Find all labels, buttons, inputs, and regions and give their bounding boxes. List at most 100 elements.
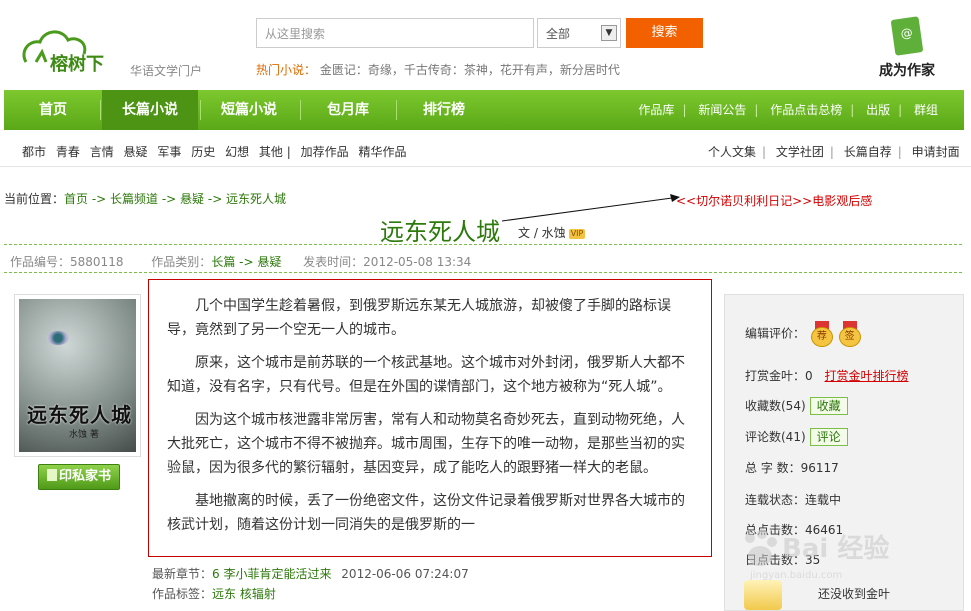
subnav-item[interactable]: 历史	[191, 145, 215, 159]
search-scope-select[interactable]: 全部 ▼	[537, 18, 621, 48]
favorites-count: 收藏数(54)	[745, 399, 806, 413]
become-author-label: 成为作家	[879, 63, 935, 79]
print-book-label: 印私家书	[58, 469, 111, 484]
favorite-button[interactable]: 收藏	[809, 397, 848, 415]
book-icon	[46, 469, 57, 481]
tip-label: 打赏金叶：	[745, 369, 806, 383]
work-date-label: 发表时间：	[303, 255, 364, 269]
nav-item-monthly[interactable]: 包月库	[304, 90, 392, 130]
cover-eye-art	[47, 331, 69, 345]
book-cover[interactable]: 远东死人城 水蚀 著	[14, 294, 141, 457]
subnav-link-personal[interactable]: 个人文集	[708, 145, 756, 159]
status-label: 连载状态：	[745, 493, 806, 507]
subnav-item[interactable]: 言情	[90, 145, 114, 159]
subnav-item[interactable]: 都市	[22, 145, 46, 159]
cover-author: 水蚀 著	[69, 430, 99, 440]
tip-rank-link[interactable]: 打赏金叶排行榜	[824, 369, 908, 383]
subnav-item[interactable]: 加荐作品	[301, 145, 349, 159]
nav-link-library[interactable]: 作品库	[638, 103, 674, 117]
baidu-jingyan-watermark: Bai 经验 jingyan.baidu.com	[740, 528, 920, 590]
latest-chapter-label: 最新章节：	[152, 567, 213, 581]
work-category[interactable]: 长篇 -> 悬疑	[211, 255, 281, 269]
subnav-link-clubs[interactable]: 文学社团	[776, 145, 824, 159]
nav-divider	[300, 100, 301, 120]
latest-chapter-link[interactable]: 6 李小菲肯定能活过来	[212, 567, 331, 581]
comments-count: 评论数(41)	[745, 430, 806, 444]
subnav-link-self-recommend[interactable]: 长篇自荐	[844, 145, 892, 159]
hot-novels-list[interactable]: 金匮记：奇缘，千古传奇：茶神，花开有声，新分居时代	[320, 63, 620, 77]
rongshuxia-logo[interactable]: 榕树下	[18, 22, 128, 78]
subnav-item[interactable]: 幻想	[225, 145, 249, 159]
breadcrumb: 当前位置：首页 -> 长篇频道 -> 悬疑 -> 远东死人城	[4, 190, 286, 207]
search-input[interactable]: 从这里搜索	[256, 18, 534, 48]
nav-divider	[200, 100, 201, 120]
paw-icon	[745, 529, 777, 566]
site-tagline: 华语文学门户	[130, 64, 203, 78]
nav-link-groups[interactable]: 群组	[914, 103, 938, 117]
watermark-url: jingyan.baidu.com	[750, 570, 843, 581]
work-tags-label: 作品标签：	[152, 587, 213, 601]
subnav-item[interactable]: 其他 |	[259, 145, 291, 159]
word-count-label: 总 字 数：	[745, 461, 801, 475]
synopsis-paragraph: 几个中国学生趁着暑假，到俄罗斯远东某无人城旅游，却被傻了手脚的路标误导，竟然到了…	[167, 298, 671, 338]
word-count: 96117	[800, 461, 839, 475]
subnav-link-cover-request[interactable]: 申请封面	[912, 145, 960, 159]
search-scope-value: 全部	[546, 27, 571, 41]
favorites-row: 收藏数(54) 收藏	[745, 397, 848, 415]
editor-rating: 编辑评价： 荐 签	[745, 321, 861, 347]
nav-link-news[interactable]: 新闻公告	[698, 103, 746, 117]
subnav-item[interactable]: 军事	[157, 145, 181, 159]
status-row: 连载状态：连载中	[745, 491, 841, 508]
divider	[4, 272, 962, 273]
editor-rating-label: 编辑评价：	[745, 326, 806, 341]
medal-icon-signed: 签	[838, 321, 861, 347]
synopsis-box: 几个中国学生趁着暑假，到俄罗斯远东某无人城旅游，却被傻了手脚的路标误导，竟然到了…	[148, 279, 712, 557]
synopsis-paragraph: 基地撤离的时候，丢了一份绝密文件，这份文件记录着俄罗斯对世界各大城市的核武计划，…	[167, 493, 685, 533]
related-article-link[interactable]: <<切尔诺贝利利日记>>电影观后感	[676, 192, 872, 209]
work-tags-list[interactable]: 远东 核辐射	[212, 587, 276, 601]
breadcrumb-label: 当前位置：	[4, 192, 65, 206]
become-author-link[interactable]: 成为作家	[872, 16, 942, 80]
work-id: 5880118	[70, 255, 124, 269]
cover-image: 远东死人城 水蚀 著	[19, 299, 136, 452]
vip-badge: VIP	[568, 228, 586, 239]
search-button[interactable]: 搜索	[626, 18, 703, 48]
comments-row: 评论数(41) 评论	[745, 428, 848, 446]
nav-link-publish[interactable]: 出版	[866, 103, 890, 117]
main-nav: 首页 长篇小说 短篇小说 包月库 排行榜 作品库 | 新闻公告 | 作品点击总榜 | …	[4, 90, 964, 130]
cover-title: 远东死人城	[27, 403, 132, 427]
author-name[interactable]: 文 / 水蚀	[518, 226, 566, 240]
hot-novels: 热门小说： 金匮记：奇缘，千古传奇：茶神，花开有声，新分居时代	[256, 61, 620, 78]
category-nav: 都市 青春 言情 悬疑 军事 历史 幻想 其他 | 加荐作品 精华作品	[22, 143, 412, 160]
divider	[0, 166, 971, 167]
work-meta: 作品编号：5880118 作品类别：长篇 -> 悬疑 发表时间：2012-05-…	[10, 253, 471, 270]
watermark-text: Bai 经验	[782, 534, 890, 564]
nav-divider	[100, 100, 101, 120]
comment-button[interactable]: 评论	[809, 428, 848, 446]
nav-link-click-rank[interactable]: 作品点击总榜	[770, 103, 842, 117]
nav-item-short-stories[interactable]: 短篇小说	[204, 90, 294, 130]
synopsis-paragraph: 因为这个城市核泄露非常厉害，常有人和动物莫名奇妙死去，直到动物死绝，人大批死亡，…	[167, 412, 685, 476]
nav-item-long-novels[interactable]: 长篇小说	[102, 90, 198, 130]
status-value: 连载中	[805, 493, 842, 507]
latest-chapter: 最新章节：6 李小菲肯定能活过来 2012-06-06 07:24:07	[152, 565, 469, 582]
logo-text: 榕树下	[50, 53, 104, 75]
medal-icon-recommended: 荐	[810, 321, 833, 347]
subnav-item[interactable]: 青春	[56, 145, 80, 159]
nav-item-rankings[interactable]: 排行榜	[400, 90, 488, 130]
work-title: 远东死人城	[380, 218, 500, 246]
subnav-item[interactable]: 悬疑	[124, 145, 148, 159]
work-id-label: 作品编号：	[10, 255, 71, 269]
word-count-row: 总 字 数：96117	[745, 459, 839, 476]
nav-item-home[interactable]: 首页	[14, 90, 92, 130]
synopsis-paragraph: 原来，这个城市是前苏联的一个核武基地。这个城市对外封闭，俄罗斯人大都不知道，没有…	[167, 355, 685, 395]
subnav-item[interactable]: 精华作品	[358, 145, 406, 159]
chevron-down-icon[interactable]: ▼	[601, 25, 617, 41]
print-book-button[interactable]: 印私家书	[38, 464, 120, 490]
work-published: 2012-05-08 13:34	[363, 255, 472, 269]
breadcrumb-path[interactable]: 首页 -> 长篇频道 -> 悬疑 -> 远东死人城	[64, 192, 286, 206]
work-category-label: 作品类别：	[151, 255, 212, 269]
category-nav-right: 个人文集 | 文学社团 | 长篇自荐 | 申请封面	[708, 145, 960, 159]
work-tags: 作品标签：远东 核辐射	[152, 585, 276, 602]
annotation-arrow	[501, 194, 680, 222]
